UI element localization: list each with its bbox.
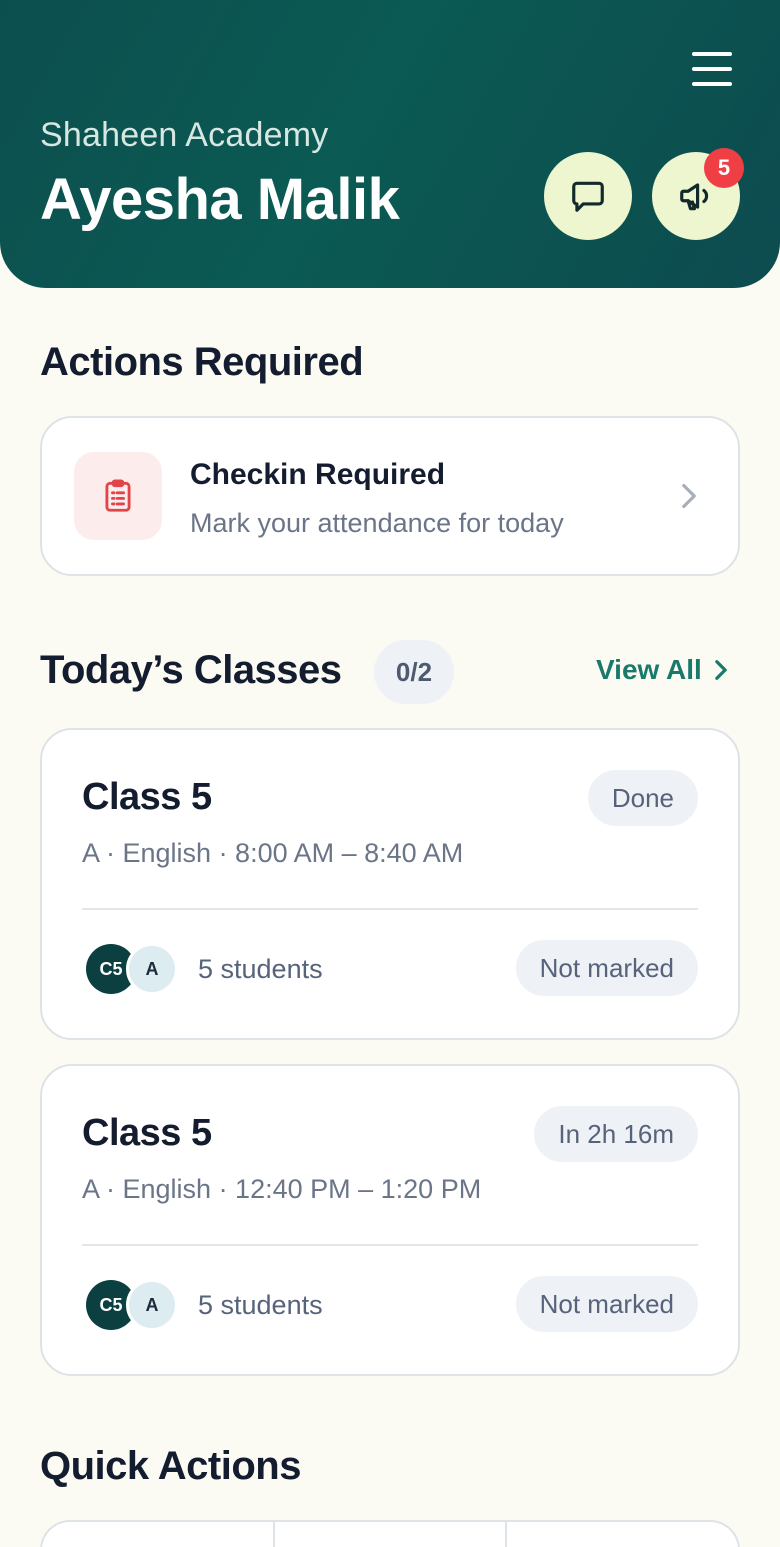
card-divider — [82, 908, 698, 910]
checkin-subtitle: Mark your attendance for today — [190, 508, 564, 538]
card-divider — [82, 1244, 698, 1246]
checkin-title: Checkin Required — [190, 458, 446, 491]
section-avatar: A — [126, 1279, 178, 1331]
attendance-status-badge: Not marked — [515, 1276, 698, 1332]
quick-action-tile[interactable] — [507, 1522, 738, 1547]
user-name: Ayesha Malik — [40, 167, 400, 232]
class-name: Class 5 — [82, 1112, 212, 1154]
class-card[interactable]: Class 5 A · English · 8:00 AM – 8:40 AM … — [40, 728, 740, 1040]
student-count: 5 students — [198, 1290, 323, 1320]
class-meta: A · English · 8:00 AM – 8:40 AM — [82, 838, 464, 868]
clipboard-icon — [105, 479, 131, 512]
student-count: 5 students — [198, 954, 323, 984]
class-meta: A · English · 12:40 PM – 1:20 PM — [82, 1174, 482, 1204]
class-name: Class 5 — [82, 776, 212, 818]
messages-button[interactable] — [544, 152, 632, 240]
quick-action-tile[interactable] — [42, 1522, 275, 1547]
section-avatar: A — [126, 943, 178, 995]
clipboard-icon-container — [74, 452, 162, 540]
class-status-badge: Done — [587, 770, 698, 826]
announcement-count-badge: 5 — [704, 148, 744, 188]
quick-action-tile[interactable] — [275, 1522, 508, 1547]
chat-bubble-icon — [572, 181, 604, 212]
menu-line — [692, 67, 732, 71]
classes-count-badge: 0/2 — [374, 640, 454, 704]
view-all-label: View All — [596, 654, 702, 685]
quick-actions-grid — [40, 1520, 740, 1547]
class-card[interactable]: Class 5 A · English · 12:40 PM – 1:20 PM… — [40, 1064, 740, 1376]
menu-line — [692, 82, 732, 86]
menu-line — [692, 52, 732, 56]
attendance-status-badge: Not marked — [515, 940, 698, 996]
class-status-badge: In 2h 16m — [534, 1106, 698, 1162]
hamburger-menu-icon[interactable] — [686, 46, 738, 92]
actions-required-title: Actions Required — [40, 340, 364, 384]
app-header: Shaheen Academy Ayesha Malik 5 — [0, 0, 780, 288]
todays-classes-title: Today’s Classes — [40, 648, 342, 692]
chevron-right-icon — [715, 660, 727, 680]
megaphone-icon — [680, 183, 709, 211]
quick-actions-title: Quick Actions — [40, 1444, 301, 1488]
chevron-right-icon — [682, 483, 696, 509]
view-all-link[interactable]: View All — [596, 654, 728, 686]
checkin-required-card[interactable]: Checkin Required Mark your attendance fo… — [40, 416, 740, 576]
organization-name: Shaheen Academy — [40, 116, 329, 154]
